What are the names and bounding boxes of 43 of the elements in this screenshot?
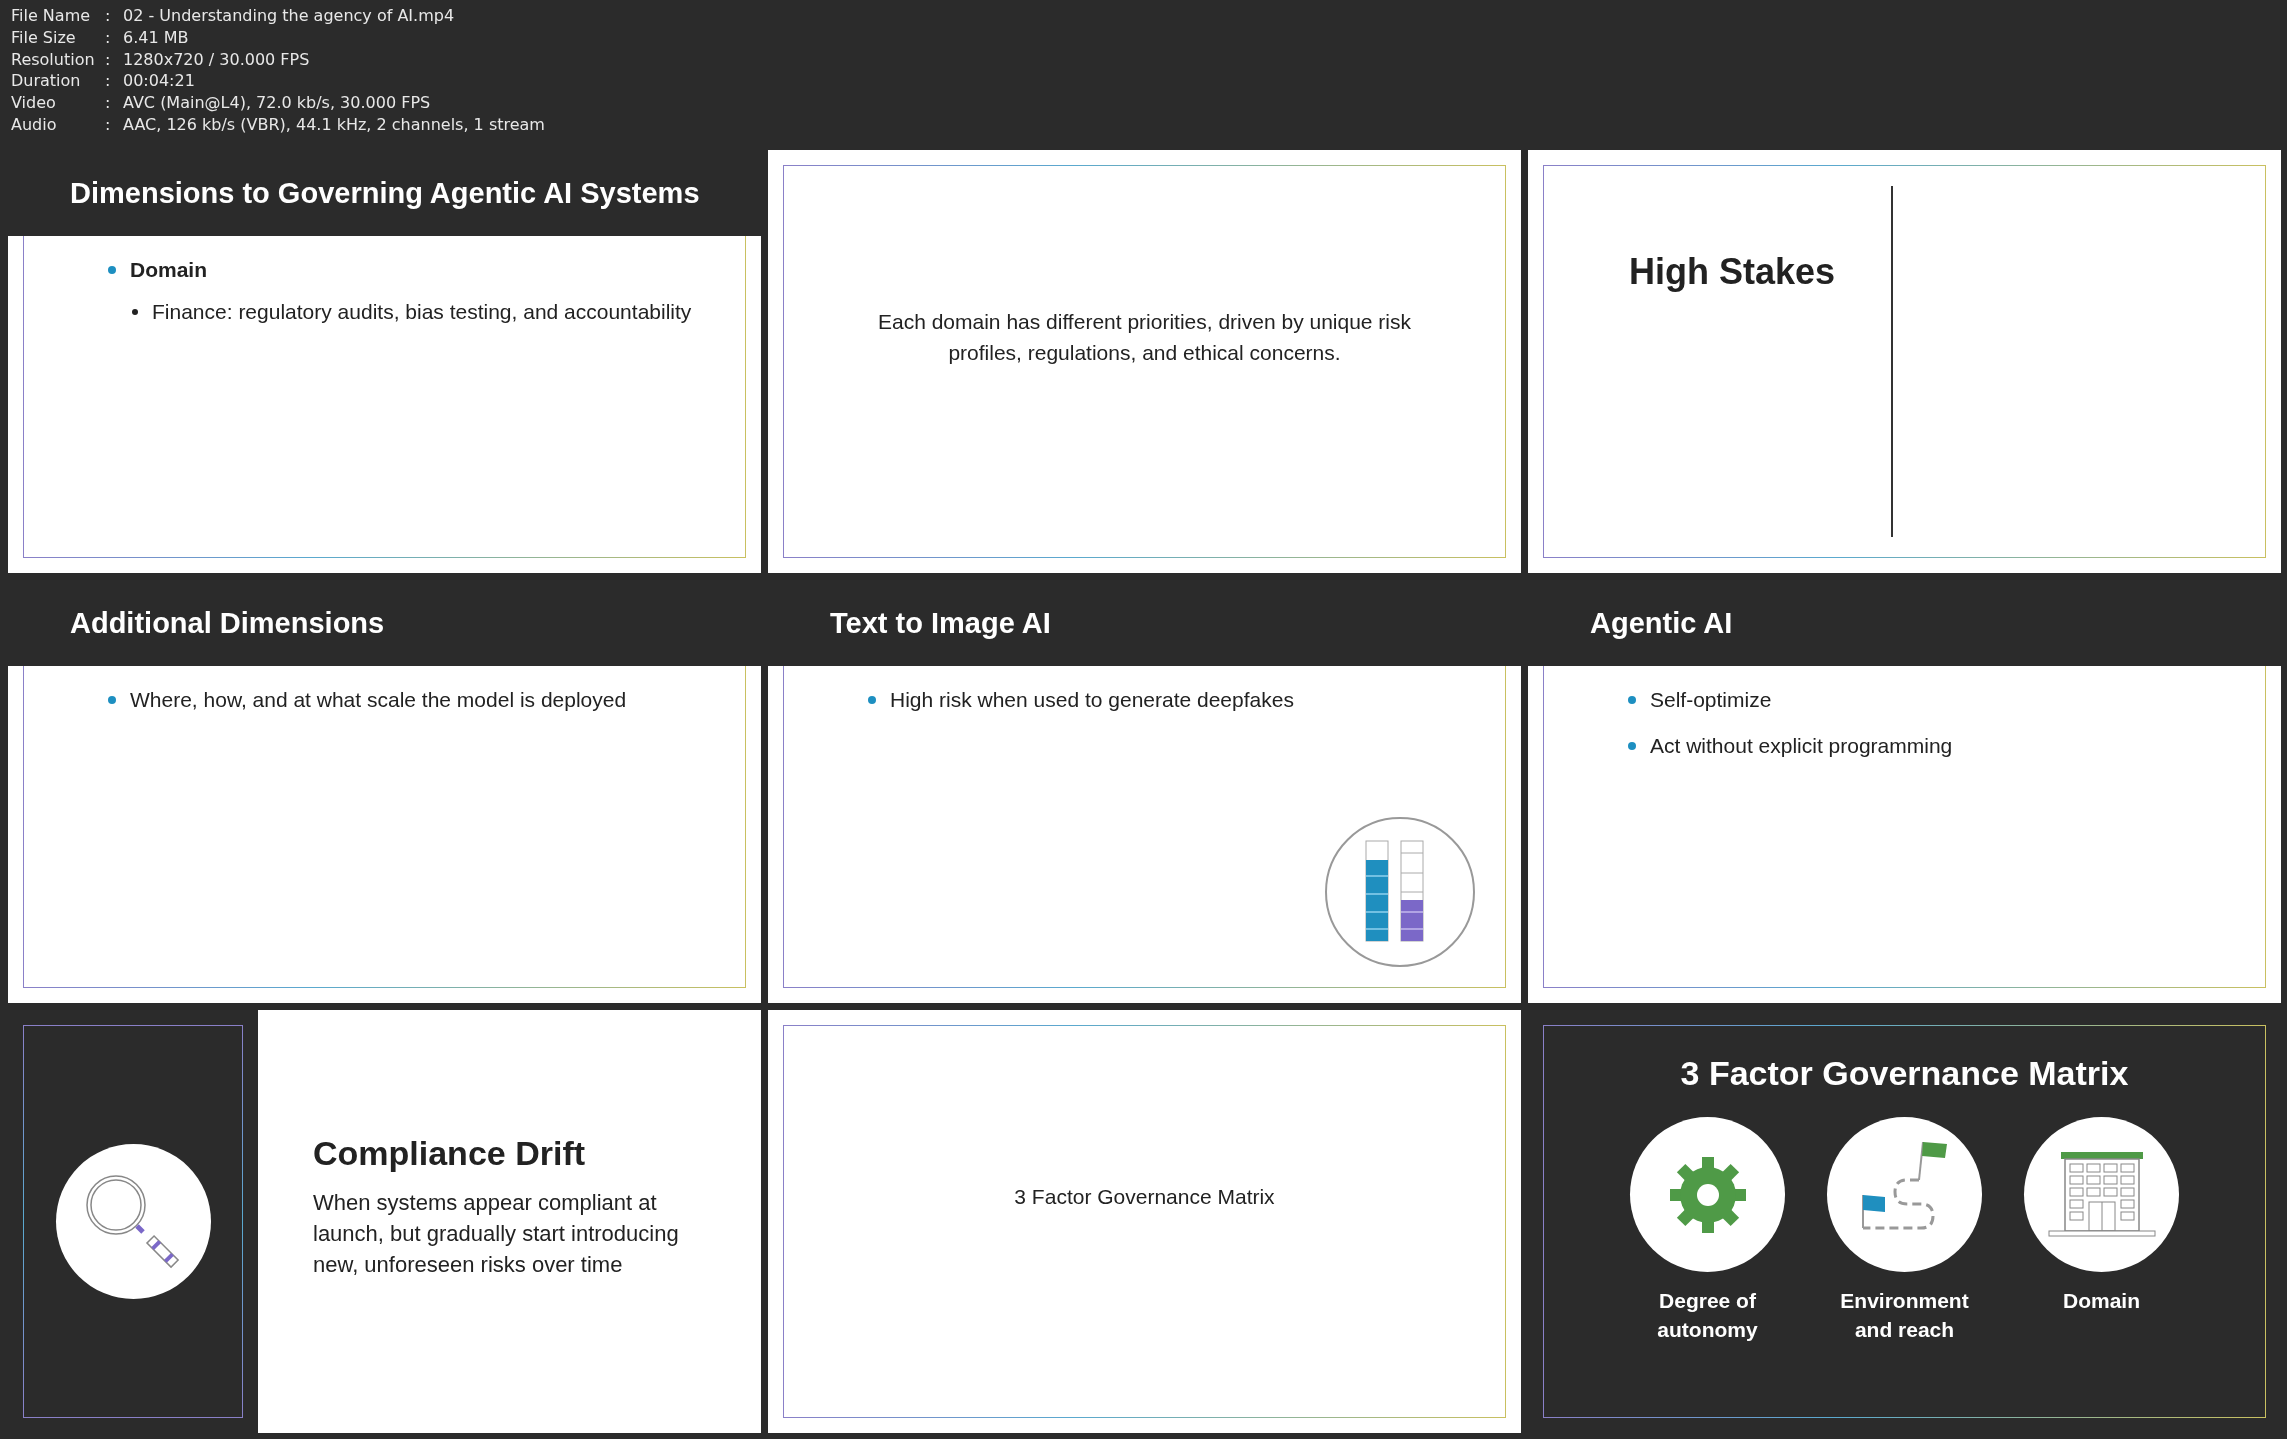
info-separator: : <box>105 115 112 136</box>
info-separator: : <box>105 6 112 27</box>
info-label: Resolution <box>11 49 96 71</box>
slide-text: 3 Factor Governance Matrix <box>1014 1184 1275 1210</box>
info-value: AVC (Main@L4), 72.0 kb/s, 30.000 FPS <box>123 93 432 115</box>
slide-title: Additional Dimensions <box>70 606 385 640</box>
factor-label: Domain <box>2063 1288 2140 1314</box>
bullet-text: Finance: regulatory audits, bias testing, and accountability <box>152 300 692 324</box>
slide-title: 3 Factor Governance Matrix <box>1680 1054 2129 1093</box>
info-label: File Size <box>11 27 77 49</box>
info-separator: : <box>105 71 112 93</box>
info-value: 1280x720 / 30.000 FPS <box>123 49 311 71</box>
slide-text: Each domain has different priorities, driven by unique risk profiles, regulations, and ethical concerns. <box>876 308 1413 366</box>
slide-text: When systems appear compliant at launch, but gradually start introducing new, unforeseen risks over time <box>313 1188 680 1279</box>
bullet-text: Where, how, and at what scale the model is deployed <box>130 688 627 712</box>
bullet-text: Self-optimize <box>1650 688 1772 712</box>
slide-title: Compliance Drift <box>313 1133 587 1173</box>
bullet-icon <box>1628 742 1636 750</box>
info-label: Audio <box>11 115 58 136</box>
info-label: Video <box>11 93 57 115</box>
info-value: 00:04:21 <box>123 71 196 93</box>
factor-label: Environment and reach <box>1839 1288 1970 1343</box>
bullet-icon <box>108 266 116 274</box>
slide-title: Dimensions to Governing Agentic AI Systems <box>70 176 700 210</box>
bullet-text: Domain <box>130 258 207 282</box>
slide-title: Text to Image AI <box>830 606 1051 640</box>
info-value: AAC, 126 kb/s (VBR), 44.1 kHz, 2 channels, 1 stream <box>123 115 545 136</box>
slide-title: High Stakes <box>1629 251 1837 294</box>
bullet-icon <box>132 309 138 315</box>
bullet-icon <box>108 696 116 704</box>
factor-label: Degree of autonomy <box>1656 1288 1759 1343</box>
bullet-text: Act without explicit programming <box>1650 734 1953 758</box>
bullet-icon <box>1628 696 1636 704</box>
info-separator: : <box>105 27 112 49</box>
info-value: 02 - Understanding the agency of AI.mp4 <box>123 6 456 27</box>
bullet-icon <box>868 696 876 704</box>
bullet-text: High risk when used to generate deepfakes <box>890 688 1294 712</box>
info-label: File Name <box>11 6 92 27</box>
info-separator: : <box>105 93 112 115</box>
info-label: Duration <box>11 71 82 93</box>
info-separator: : <box>105 49 112 71</box>
info-value: 6.41 MB <box>123 27 190 49</box>
slide-title: Agentic AI <box>1590 606 1733 640</box>
